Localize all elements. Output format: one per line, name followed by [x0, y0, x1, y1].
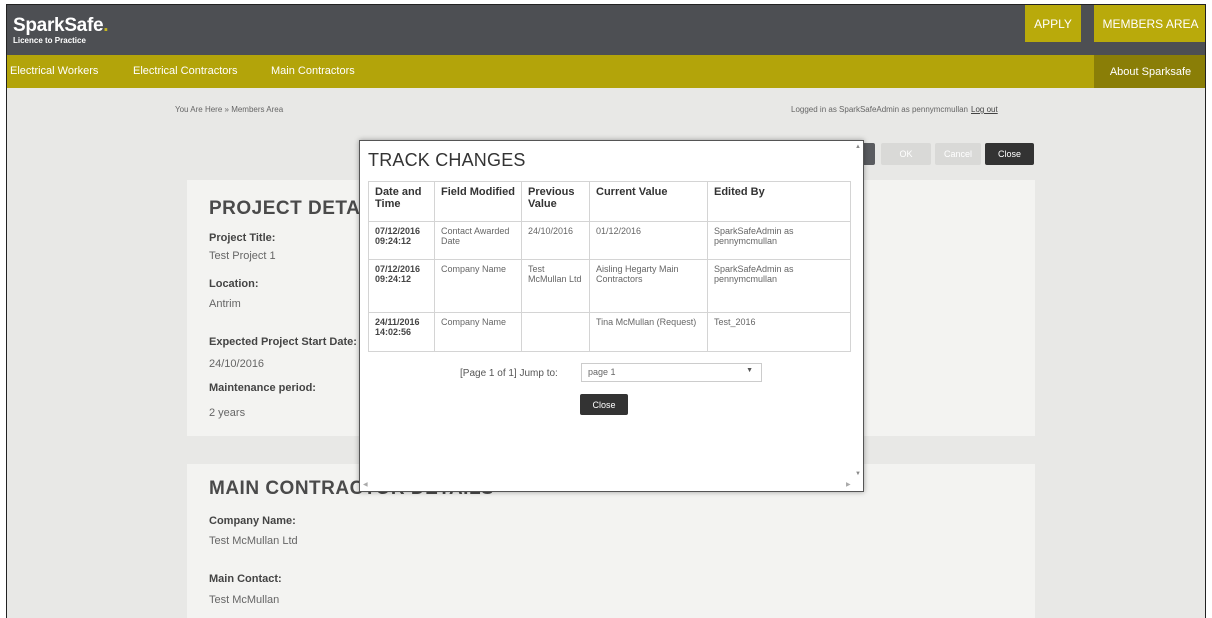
scroll-up-icon[interactable]: ▲: [855, 144, 861, 150]
cell-field: Contact Awarded Date: [434, 221, 522, 260]
cell-edited-by: SparkSafeAdmin as pennymcmullan: [707, 259, 851, 313]
main-contact-value: Test McMullan: [209, 594, 280, 606]
page-jump-select[interactable]: page 1 ▼: [581, 363, 762, 382]
chevron-down-icon: ▼: [746, 367, 753, 374]
cell-previous: Test McMullan Ltd: [521, 259, 590, 313]
project-title-label: Project Title:: [209, 232, 276, 244]
project-title-value: Test Project 1: [209, 250, 276, 262]
members-area-button[interactable]: MEMBERS AREA: [1094, 5, 1205, 42]
cell-date-time: 24/11/2016 14:02:56: [368, 312, 435, 352]
cell-previous: 24/10/2016: [521, 221, 590, 260]
login-status: Logged in as SparkSafeAdmin as pennymcmu…: [791, 105, 998, 114]
nav-electrical-contractors[interactable]: Electrical Contractors: [133, 65, 238, 77]
login-text: Logged in as SparkSafeAdmin as pennymcmu…: [791, 105, 968, 114]
track-changes-modal: TRACK CHANGES ▲ ▼ ◀ ▶ Date and Time Fiel…: [359, 140, 864, 492]
cancel-button[interactable]: Cancel: [935, 143, 981, 165]
start-date-value: 24/10/2016: [209, 358, 265, 370]
cell-current: Tina McMullan (Request): [589, 312, 708, 352]
main-contact-label: Main Contact:: [209, 573, 282, 585]
pagination-text: [Page 1 of 1] Jump to:: [460, 368, 558, 379]
col-field-modified: Field Modified: [434, 181, 522, 222]
browser-viewport: SparkSafe. Licence to Practice APPLY MEM…: [6, 4, 1206, 618]
logo-text-safe: Safe: [64, 15, 104, 36]
table-row: 24/11/2016 14:02:56 Company Name Tina McM…: [368, 312, 851, 352]
about-sparksafe-button[interactable]: About Sparksafe: [1094, 55, 1205, 88]
nav-main-contractors[interactable]: Main Contractors: [271, 65, 355, 77]
cell-previous: [521, 312, 590, 352]
company-name-value: Test McMullan Ltd: [209, 535, 298, 547]
sparksafe-logo[interactable]: SparkSafe. Licence to Practice: [13, 15, 109, 45]
modal-close-button[interactable]: Close: [580, 394, 628, 415]
modal-title: TRACK CHANGES: [368, 150, 526, 170]
cell-current: 01/12/2016: [589, 221, 708, 260]
logo-text-spark: Spark: [13, 15, 65, 36]
start-date-label: Expected Project Start Date:: [209, 336, 357, 348]
top-header: SparkSafe. Licence to Practice APPLY MEM…: [7, 5, 1205, 55]
cell-field: Company Name: [434, 259, 522, 313]
location-value: Antrim: [209, 298, 241, 310]
location-label: Location:: [209, 278, 259, 290]
cell-date: 07/12/2016: [375, 264, 421, 274]
scroll-right-icon[interactable]: ▶: [846, 481, 851, 488]
main-nav-bar: Electrical Workers Electrical Contractor…: [7, 55, 1205, 88]
table-row: 07/12/2016 09:24:12 Company Name Test McM…: [368, 259, 851, 313]
apply-button[interactable]: APPLY: [1025, 5, 1081, 42]
logout-link[interactable]: Log out: [971, 105, 998, 114]
nav-electrical-workers[interactable]: Electrical Workers: [10, 65, 98, 77]
scroll-down-icon[interactable]: ▼: [855, 471, 861, 477]
track-changes-table: Date and Time Field Modified Previous Va…: [368, 181, 851, 352]
col-current-value: Current Value: [589, 181, 708, 222]
cell-date: 07/12/2016: [375, 226, 421, 236]
scroll-left-icon[interactable]: ◀: [363, 481, 368, 488]
cell-date: 24/11/2016: [375, 317, 420, 327]
cell-edited-by: Test_2016: [707, 312, 851, 352]
logo-tagline: Licence to Practice: [13, 36, 86, 45]
company-name-label: Company Name:: [209, 515, 296, 527]
cell-edited-by: SparkSafeAdmin as pennymcmullan: [707, 221, 851, 260]
close-button[interactable]: Close: [985, 143, 1034, 165]
col-date-time: Date and Time: [368, 181, 435, 222]
cell-field: Company Name: [434, 312, 522, 352]
cell-date-time: 07/12/2016 09:24:12: [368, 259, 435, 313]
cell-time: 09:24:12: [375, 236, 412, 246]
breadcrumb: You Are Here » Members Area: [175, 105, 284, 114]
maintenance-label: Maintenance period:: [209, 382, 316, 394]
col-edited-by: Edited By: [707, 181, 851, 222]
maintenance-value: 2 years: [209, 407, 246, 419]
ok-button[interactable]: OK: [881, 143, 931, 165]
table-row: 07/12/2016 09:24:12 Contact Awarded Date …: [368, 221, 851, 260]
cell-date-time: 07/12/2016 09:24:12: [368, 221, 435, 260]
cell-time: 14:02:56: [375, 327, 412, 337]
table-header-row: Date and Time Field Modified Previous Va…: [368, 181, 851, 222]
cell-current: Aisling Hegarty Main Contractors: [589, 259, 708, 313]
col-previous-value: Previous Value: [521, 181, 590, 222]
logo-dot: .: [103, 15, 109, 36]
page-select-value: page 1: [588, 367, 616, 377]
cell-time: 09:24:12: [375, 274, 412, 284]
